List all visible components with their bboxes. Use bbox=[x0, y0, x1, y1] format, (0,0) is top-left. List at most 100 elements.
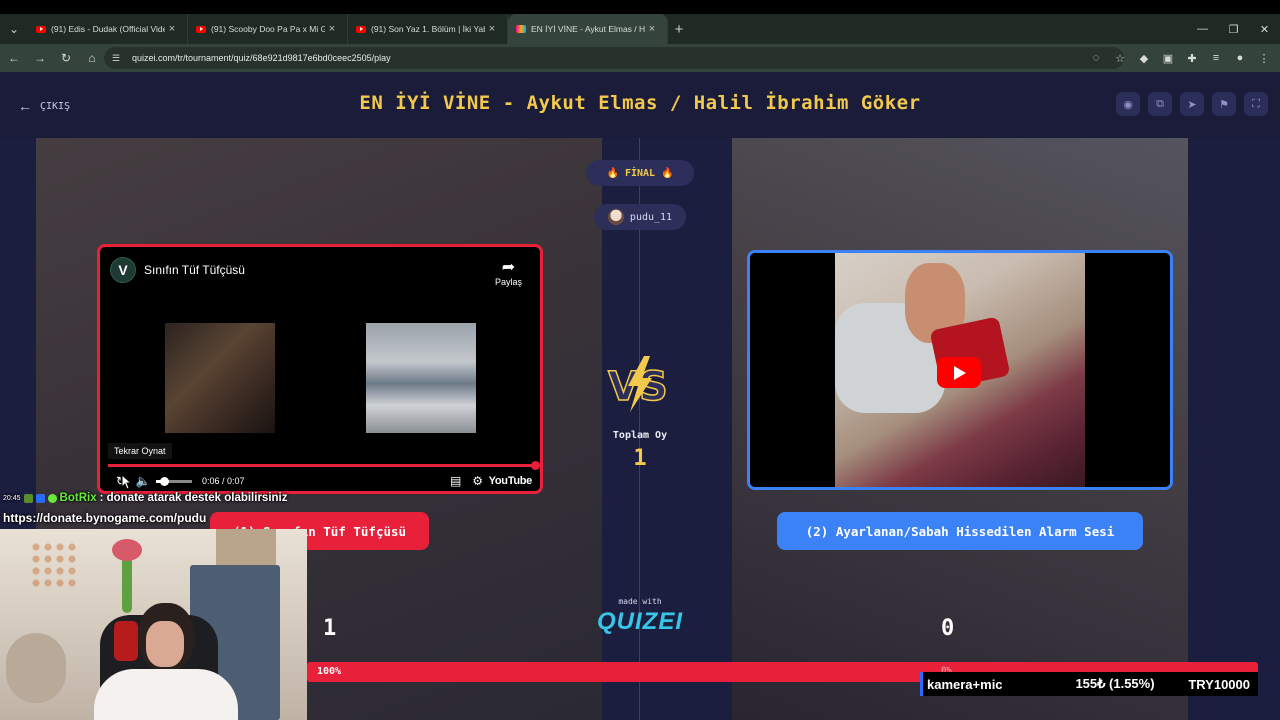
total-votes-value: 1 bbox=[633, 446, 647, 471]
quiz-header: ← ÇIKIŞ EN İYİ VİNE - Aykut Elmas / Hali… bbox=[0, 72, 1280, 138]
letterbox-right bbox=[1085, 253, 1170, 487]
forward-icon[interactable]: → bbox=[28, 46, 52, 70]
reading-list-icon[interactable]: ≡ bbox=[1204, 46, 1228, 70]
tab-title: EN İYİ VİNE - Aykut Elmas / Halil bbox=[531, 24, 645, 34]
mouse-cursor-icon bbox=[121, 474, 133, 490]
youtube-play-icon[interactable] bbox=[937, 357, 981, 388]
share-button[interactable]: ➦ Paylaş bbox=[495, 257, 522, 287]
window-controls: — ❐ ✕ bbox=[1187, 14, 1280, 44]
browser-tab-2[interactable]: (91) Scooby Doo Pa Pa x Mi Gente × bbox=[188, 14, 348, 44]
close-tab-icon[interactable]: × bbox=[165, 23, 179, 35]
quiz-title: EN İYİ VİNE - Aykut Elmas / Halil İbrahi… bbox=[359, 92, 921, 114]
fullscreen-icon[interactable]: ⛶ bbox=[1244, 92, 1268, 116]
youtube-icon bbox=[36, 25, 46, 33]
verified-badge-icon bbox=[47, 493, 57, 503]
vine-logo-icon: V bbox=[110, 257, 136, 283]
left-video-player[interactable]: V Sınıfın Tüf Tüfçüsü ➦ Paylaş Tekrar Oy… bbox=[97, 244, 543, 494]
more-menu-icon[interactable]: ⋮ bbox=[1252, 46, 1276, 70]
extension-icon[interactable]: ▣ bbox=[1156, 46, 1180, 70]
back-icon[interactable]: ← bbox=[2, 46, 26, 70]
quizei-logo[interactable]: QUIZEI bbox=[584, 608, 696, 636]
youtube-logo[interactable]: YouTube bbox=[489, 475, 533, 487]
scene-label: kamera+mic bbox=[920, 672, 1060, 696]
browser-tab-4[interactable]: EN İYİ VİNE - Aykut Elmas / Halil × bbox=[508, 14, 668, 44]
replay-tooltip: Tekrar Oynat bbox=[108, 443, 172, 459]
url-text: quizei.com/tr/tournament/quiz/68e921d981… bbox=[132, 53, 391, 63]
flag-icon[interactable]: ⚑ bbox=[1212, 92, 1236, 116]
site-info-icon[interactable]: ☰ bbox=[112, 53, 126, 64]
chat-timestamp: 20:45 bbox=[3, 494, 21, 502]
fire-icon: 🔥 bbox=[606, 167, 619, 179]
volume-slider[interactable] bbox=[156, 476, 192, 486]
tab-title: (91) Scooby Doo Pa Pa x Mi Gente bbox=[211, 24, 325, 34]
close-tab-icon[interactable]: × bbox=[645, 23, 659, 35]
video-frame-left bbox=[165, 323, 275, 433]
captions-icon[interactable]: ▤ bbox=[445, 474, 467, 488]
close-window-icon[interactable]: ✕ bbox=[1249, 14, 1280, 44]
header-actions: ◉ ⧉ ➤ ⚑ ⛶ bbox=[1116, 92, 1268, 116]
extension-icon[interactable]: ◆ bbox=[1132, 46, 1156, 70]
round-label: FİNAL bbox=[624, 167, 656, 179]
chat-link: https://donate.bynogame.com/pudu bbox=[3, 511, 207, 525]
donation-amount: 155₺ (1.55%) bbox=[1075, 676, 1155, 691]
restore-icon[interactable]: ❐ bbox=[1218, 14, 1249, 44]
tab-title: (91) Son Yaz 1. Bölüm | İki Yabancı bbox=[371, 24, 485, 34]
volume-icon[interactable]: 🔈 bbox=[132, 474, 154, 488]
screen-top-strip bbox=[0, 0, 1280, 14]
webcam-streamer-face bbox=[146, 621, 184, 667]
moderator-badge-icon bbox=[23, 493, 33, 503]
puzzle-icon[interactable]: ✚ bbox=[1180, 46, 1204, 70]
webcam-wall-decor bbox=[30, 541, 78, 591]
browser-tab-3[interactable]: (91) Son Yaz 1. Bölüm | İki Yabancı × bbox=[348, 14, 508, 44]
address-bar-row: ← → ↻ ⌂ ☰ quizei.com/tr/tournament/quiz/… bbox=[0, 44, 1280, 72]
video-progress-bar[interactable] bbox=[108, 461, 540, 470]
bookmark-star-icon[interactable]: ☆ bbox=[1108, 46, 1132, 70]
donation-goal: TRY10000 bbox=[1188, 676, 1250, 692]
video-title[interactable]: Sınıfın Tüf Tüfçüsü bbox=[144, 263, 245, 277]
fire-icon: 🔥 bbox=[661, 167, 674, 179]
reload-icon[interactable]: ↻ bbox=[54, 46, 78, 70]
bot-badge-icon bbox=[35, 493, 45, 503]
webcam-pillow bbox=[6, 633, 66, 703]
total-votes-label: Toplam Oy bbox=[612, 430, 668, 441]
close-tab-icon[interactable]: × bbox=[325, 23, 339, 35]
webcam-streamer-body bbox=[94, 669, 238, 720]
letterbox-left bbox=[750, 253, 835, 487]
webcam-overlay bbox=[0, 529, 307, 720]
share-icon[interactable]: ⧉ bbox=[1148, 92, 1172, 116]
new-tab-button[interactable]: + bbox=[668, 21, 690, 38]
video-title-bar: V Sınıfın Tüf Tüfçüsü bbox=[110, 257, 245, 283]
browser-tab-1[interactable]: (91) Edis - Dudak (Official Video) × bbox=[28, 14, 188, 44]
host-name: pudu_11 bbox=[629, 211, 673, 223]
option-2-score: 0 bbox=[941, 616, 955, 641]
browser-tab-bar: ⌄ (91) Edis - Dudak (Official Video) × (… bbox=[0, 14, 1280, 44]
webcam-chair-accent bbox=[114, 621, 138, 661]
video-time: 0:06 / 0:07 bbox=[202, 476, 245, 486]
settings-gear-icon[interactable]: ⚙ bbox=[467, 474, 489, 488]
option-1-percent: 100% bbox=[317, 666, 342, 677]
tab-search-button[interactable]: ⌄ bbox=[0, 14, 28, 44]
option-2-button[interactable]: (2) Ayarlanan/Sabah Hissedilen Alarm Ses… bbox=[777, 512, 1143, 550]
progress-knob[interactable] bbox=[531, 461, 540, 470]
eye-off-icon[interactable]: ◌ bbox=[1084, 46, 1108, 70]
share-arrow-icon: ➦ bbox=[501, 259, 516, 276]
home-icon[interactable]: ⌂ bbox=[80, 46, 104, 70]
youtube-icon bbox=[196, 25, 206, 33]
versus-icon: VS bbox=[607, 356, 669, 412]
eye-icon[interactable]: ◉ bbox=[1116, 92, 1140, 116]
minimize-icon[interactable]: — bbox=[1187, 14, 1218, 44]
share-label: Paylaş bbox=[494, 277, 522, 287]
avatar bbox=[607, 209, 624, 225]
close-tab-icon[interactable]: × bbox=[485, 23, 499, 35]
round-badge: 🔥 FİNAL 🔥 bbox=[586, 160, 694, 186]
profile-avatar-icon[interactable]: ● bbox=[1228, 46, 1252, 70]
chat-text: : donate atarak destek olabilirsiniz bbox=[99, 492, 288, 504]
chat-message: 20:45 BotRix : donate atarak destek olab… bbox=[3, 492, 288, 504]
webcam-plant-flower bbox=[112, 539, 142, 561]
right-video-player[interactable] bbox=[747, 250, 1173, 490]
url-field[interactable]: ☰ quizei.com/tr/tournament/quiz/68e921d9… bbox=[104, 47, 1124, 69]
send-icon[interactable]: ➤ bbox=[1180, 92, 1204, 116]
option-1-score: 1 bbox=[323, 616, 337, 641]
tab-title: (91) Edis - Dudak (Official Video) bbox=[51, 24, 165, 34]
made-with-label: made with bbox=[618, 597, 662, 606]
